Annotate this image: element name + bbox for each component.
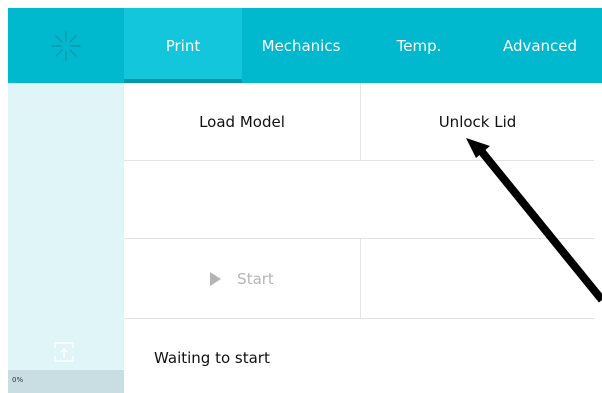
app-window: 0% Print Mechanics Temp. Advanced Load M… xyxy=(0,0,602,393)
arrow-icon xyxy=(466,138,602,303)
